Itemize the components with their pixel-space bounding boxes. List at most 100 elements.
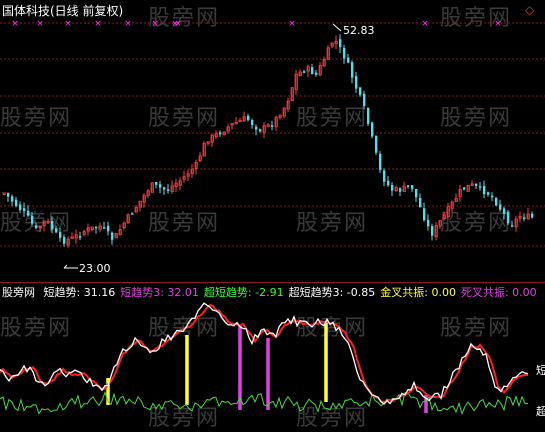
candle-body [303, 71, 306, 73]
candle-body [255, 126, 258, 130]
candle-body [31, 215, 34, 224]
pane-divider [0, 282, 545, 283]
candle-body [11, 196, 14, 202]
diamond-icon[interactable]: ◇ [525, 3, 534, 17]
candle-body [487, 192, 490, 195]
candle-body [387, 180, 390, 186]
candle-body [427, 219, 430, 227]
candle-body [251, 120, 254, 125]
watermark: 股旁网 [296, 406, 369, 431]
candle-body [491, 195, 494, 198]
signal-marker-icon: × [151, 19, 159, 29]
candle-body [351, 62, 354, 78]
candle-body [415, 189, 418, 198]
candle-body [359, 87, 362, 95]
indicator-legend-item: 超短趋势: -2.91 [203, 286, 284, 299]
indicator-legend-item: 短趋势: 31.16 [43, 286, 116, 299]
candle-body [103, 227, 106, 229]
candle-body [355, 76, 358, 89]
signal-marker-icon: × [174, 19, 182, 29]
candle-body [371, 122, 374, 137]
high-price-label: 52.83 [343, 24, 375, 37]
high-pointer [332, 23, 342, 32]
candle-body [523, 217, 526, 219]
candle-body [399, 188, 402, 192]
candle-body [247, 115, 250, 121]
candle-body [51, 220, 54, 230]
candle-body [495, 198, 498, 206]
candle-body [347, 57, 350, 63]
candle-body [167, 189, 170, 191]
candle-body [79, 236, 82, 238]
candle-body [155, 182, 158, 185]
candle-body [35, 225, 38, 229]
candle-body [63, 237, 66, 244]
candle-body [19, 204, 22, 211]
signal-marker-icon: × [94, 19, 102, 29]
candle-body [311, 67, 314, 75]
candle-body [107, 225, 110, 232]
candle-body [363, 93, 366, 107]
candle-body [367, 107, 370, 124]
candle-body [7, 192, 10, 197]
candle-body [391, 185, 394, 191]
signal-marker-icon: × [36, 19, 44, 29]
indicator-legend: 股旁网 短趋势: 31.16 短趋势3: 32.01 超短趋势: -2.91 超短趋势… [0, 285, 545, 301]
indicator-legend-item: 死叉共振: 0.00 [460, 286, 537, 299]
signal-marker-icon: × [11, 19, 19, 29]
signal-marker-icon: × [494, 19, 502, 29]
candle-body [375, 135, 378, 153]
candle-body [407, 185, 410, 187]
candle-body [59, 232, 62, 238]
candle-body [383, 170, 386, 182]
candle-body [219, 132, 222, 135]
candle-body [23, 208, 26, 212]
price-chart[interactable]: × × × × × × ×× × × × [0, 0, 545, 285]
candle-body [111, 232, 114, 240]
candle-body [259, 129, 262, 132]
candle-body [511, 225, 514, 227]
candle-body [315, 72, 318, 75]
right-edge-label-upper: 短 [536, 364, 545, 377]
candle-body [343, 48, 346, 59]
signal-marker-icon: × [288, 19, 296, 29]
candle-body [419, 197, 422, 208]
candle-body [15, 199, 18, 206]
candle-body [131, 213, 134, 215]
candle-body [483, 185, 486, 195]
watermark: 股旁网 [148, 316, 221, 341]
watermark: 股旁网 [148, 406, 221, 431]
candle-body [163, 187, 166, 190]
candle-body [27, 210, 30, 216]
chart-window[interactable]: 股旁网 股旁网 股旁网 股旁网 股旁网 股旁网 股旁网 股旁网 股旁网 股旁网 … [0, 0, 545, 431]
signal-marker-icon: × [421, 19, 429, 29]
candle-body [379, 153, 382, 170]
candle-body [503, 208, 506, 214]
watermark: 股旁网 [0, 316, 73, 341]
signal-marker-icon: × [124, 19, 132, 29]
candle-body [423, 208, 426, 221]
candle-body [475, 183, 478, 187]
candle-body [499, 204, 502, 210]
candle-body [55, 228, 58, 233]
watermark: 股旁网 [440, 316, 513, 341]
candle-body [463, 187, 466, 190]
candle-body [411, 185, 414, 189]
candle-body [95, 226, 98, 229]
candle-body [531, 213, 534, 218]
candle-body [507, 211, 510, 224]
right-edge-label-lower: 超 [536, 405, 545, 418]
chart-title: 国体科技(日线 前复权) [2, 4, 124, 18]
watermark: 股旁网 [296, 316, 369, 341]
indicator-panel-name: 股旁网 [2, 286, 35, 299]
low-price-label: 23.00 [79, 262, 111, 275]
signal-marker-icon: × [64, 19, 72, 29]
indicator-legend-item: 短趋势3: 32.01 [120, 286, 199, 299]
indicator-legend-item: 金叉共振: 0.00 [380, 286, 456, 299]
candle-body [431, 225, 434, 236]
candle-body [339, 39, 342, 48]
candle-body [271, 125, 274, 127]
indicator-legend-item: 超短趋势3: -0.85 [288, 286, 376, 299]
ultra-short-trend-line [0, 391, 528, 415]
candle-body [479, 186, 482, 188]
